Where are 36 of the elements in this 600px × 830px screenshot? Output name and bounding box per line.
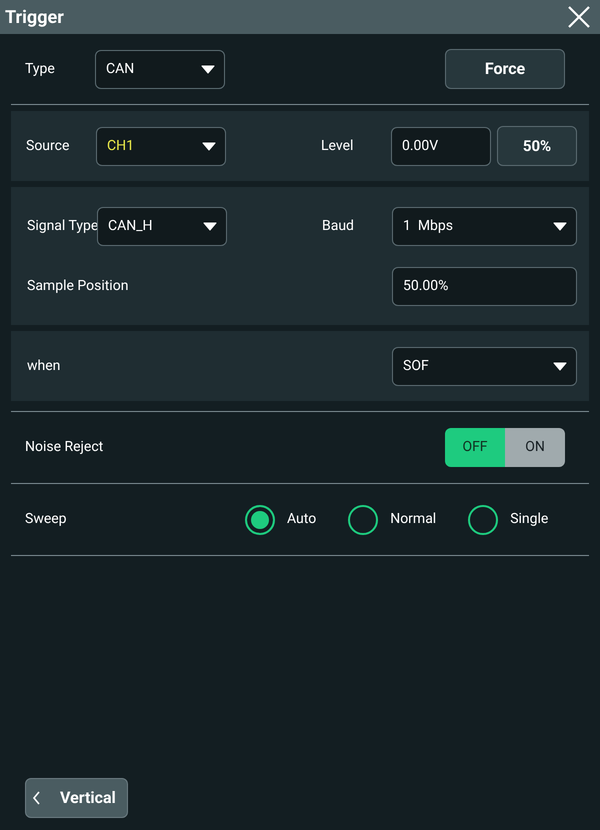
toggle-option[interactable]: ON (505, 428, 565, 467)
close-icon[interactable] (567, 5, 591, 29)
caret-icon (201, 64, 215, 74)
field-label: Source (26, 136, 70, 156)
field-label: Baud (322, 216, 355, 236)
field-label: when (27, 356, 60, 376)
toggle-switch[interactable]: OFF ON (445, 428, 565, 467)
radio-button[interactable] (348, 504, 378, 534)
caret-icon (202, 142, 216, 150)
radio-label: Auto (287, 510, 316, 529)
caret-icon (203, 222, 217, 230)
field-label: Sweep (25, 510, 68, 529)
field-label: Sample Position (27, 276, 128, 296)
radio-label: Single (510, 510, 548, 529)
window-title: Trigger (5, 6, 64, 30)
caret-icon (553, 222, 567, 230)
field-label: Noise Reject (25, 438, 104, 457)
force-button[interactable]: Force (445, 49, 565, 89)
fifty-percent-button[interactable]: 50% (497, 126, 577, 166)
input-field[interactable]: 50.00% (392, 266, 577, 306)
field-label: Signal Type (27, 216, 97, 236)
dropdown[interactable]: CH1 (96, 126, 226, 166)
field-label: Level (321, 136, 354, 156)
radio-button[interactable] (245, 504, 275, 534)
back-button[interactable]: Vertical (25, 778, 128, 818)
toggle-option[interactable]: OFF (445, 428, 505, 467)
input-field[interactable]: 0.00V (391, 126, 491, 166)
dropdown[interactable]: CAN (95, 50, 225, 88)
field-label: Type (25, 60, 56, 78)
dropdown[interactable]: 1 Mbps (392, 206, 577, 246)
radio-button[interactable] (468, 504, 498, 534)
caret-icon (553, 362, 567, 370)
dropdown[interactable]: SOF (392, 346, 577, 386)
dropdown[interactable]: CAN_H (97, 206, 227, 246)
chevron-left-icon (32, 791, 42, 805)
radio-label: Normal (390, 510, 436, 529)
